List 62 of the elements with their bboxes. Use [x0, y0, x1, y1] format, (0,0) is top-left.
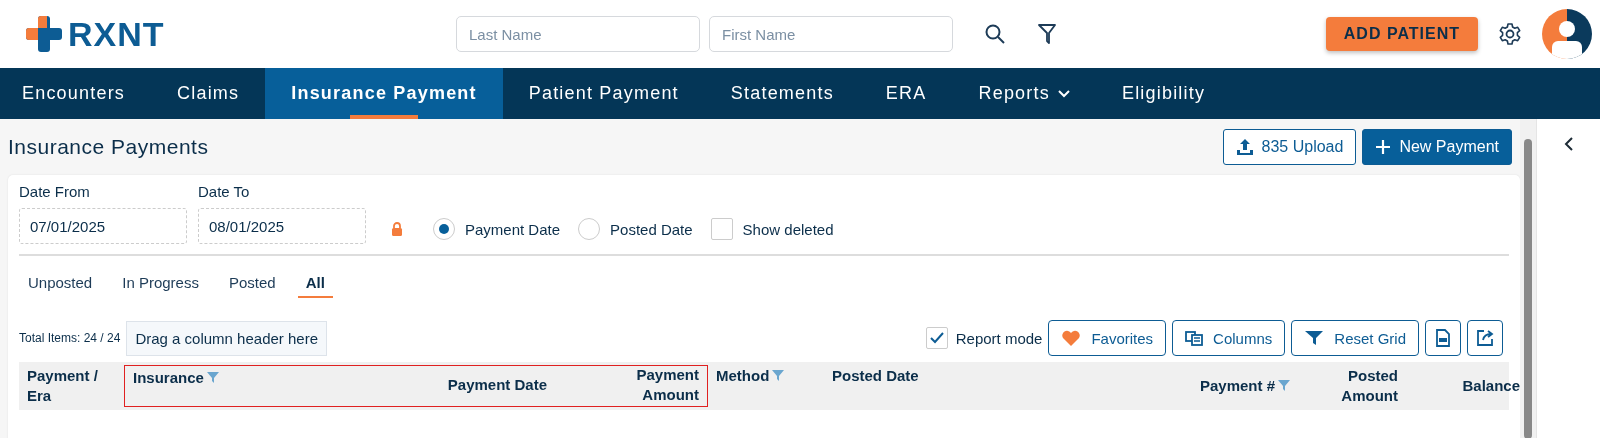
nav-tab[interactable]: Patient Payment — [502, 68, 705, 119]
logo-cross-icon — [24, 14, 64, 54]
status-tab[interactable]: Posted — [228, 274, 276, 296]
column-header[interactable]: Posted Date — [832, 366, 919, 406]
nav-tab[interactable]: Statements — [704, 68, 860, 119]
status-tab[interactable]: Unposted — [28, 274, 93, 296]
export-icon — [1476, 329, 1494, 347]
first-name-field[interactable]: First Name — [709, 16, 953, 52]
pdf-button[interactable] — [1425, 320, 1461, 356]
columns-icon — [1185, 330, 1204, 346]
field-label: Date From — [19, 183, 91, 200]
nav-tab[interactable]: Claims — [151, 68, 266, 119]
scrollbar-thumb[interactable] — [1524, 139, 1532, 438]
columns-button[interactable]: Columns — [1172, 320, 1286, 356]
filter-icon[interactable] — [1037, 22, 1057, 46]
logo-text: RXNT — [68, 14, 165, 54]
search-icon[interactable] — [984, 23, 1006, 45]
export-button[interactable] — [1467, 320, 1503, 356]
column-header[interactable]: Payment Amount — [619, 365, 699, 405]
nav-tab[interactable]: Reports — [952, 68, 1096, 119]
total-items: Total Items: 24 / 24 — [19, 331, 121, 345]
page-title: Insurance Payments — [8, 135, 209, 159]
upload-icon — [1235, 138, 1254, 156]
column-header[interactable]: Balance — [1462, 376, 1520, 396]
check-icon — [928, 331, 945, 345]
status-tab[interactable]: All — [297, 274, 333, 298]
nav-tab[interactable]: ERA — [859, 68, 953, 119]
filter-clear-icon — [1304, 330, 1325, 346]
checkbox-label: Report mode — [955, 329, 1043, 347]
radio-label: Payment Date — [465, 220, 561, 238]
heart-icon — [1061, 329, 1082, 347]
nav-tab[interactable]: Encounters — [0, 68, 152, 119]
checkbox[interactable] — [925, 327, 948, 349]
add-patient-button[interactable]: ADD PATIENT — [1325, 17, 1478, 51]
chevron-down-icon[interactable] — [1057, 89, 1070, 98]
nav-tab[interactable]: Eligibility — [1095, 68, 1232, 119]
column-header[interactable]: Payment / Era — [27, 366, 107, 406]
reset-button[interactable]: Reset Grid — [1291, 320, 1419, 356]
column-header[interactable]: Payment # — [1199, 376, 1290, 396]
date-to-field[interactable]: 08/01/2025 — [198, 208, 366, 244]
last-name-field[interactable]: Last Name — [456, 16, 700, 52]
field-label: Date To — [198, 183, 251, 200]
collapse-icon[interactable] — [1563, 137, 1574, 151]
checkbox-label: Show deleted — [742, 220, 834, 238]
settings-icon[interactable] — [1498, 22, 1522, 46]
column-header[interactable]: Insurance — [133, 368, 219, 402]
status-tab[interactable]: In Progress — [122, 274, 199, 296]
date-from-field[interactable]: 07/01/2025 — [19, 208, 187, 244]
favorites-button[interactable]: Favorites — [1048, 320, 1167, 356]
document-icon — [1435, 329, 1451, 347]
radio-label: Posted Date — [610, 220, 693, 238]
new-payment-button[interactable]: New Payment — [1362, 129, 1512, 165]
avatar-icon[interactable] — [1542, 9, 1592, 59]
column-header[interactable]: Payment Date — [447, 375, 547, 395]
lock-icon[interactable] — [391, 222, 403, 236]
upload-button[interactable]: 835 Upload — [1222, 129, 1357, 165]
plus-icon — [1375, 139, 1392, 155]
nav-tab[interactable]: Insurance Payment — [265, 68, 503, 119]
column-header[interactable]: Method — [716, 366, 785, 406]
group-drop-zone[interactable]: Drag a column header here — [126, 320, 327, 356]
checkbox[interactable] — [710, 218, 733, 240]
column-header[interactable]: Posted Amount — [1318, 366, 1398, 406]
